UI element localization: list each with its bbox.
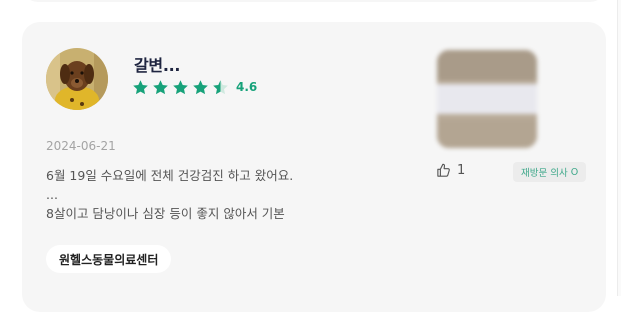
review-photo-thumbnail[interactable]: [437, 50, 537, 148]
star-rating: 4.6: [132, 78, 257, 96]
thumbs-up-icon: [437, 163, 450, 177]
star-icon: [173, 79, 188, 94]
like-count: 1: [457, 163, 466, 178]
review-body-line: 8살이고 담낭이나 심장 등이 좋지 않아서 기본: [46, 206, 285, 221]
review-body-line: ...: [46, 187, 58, 202]
reviewer-name: 갈변...: [134, 56, 181, 75]
review-body-line: 6월 19일 수요일에 전체 건강검진 하고 왔어요.: [46, 168, 294, 183]
next-card-edge: [617, 0, 621, 296]
review-date: 2024-06-21: [46, 139, 116, 153]
review-body[interactable]: 6월 19일 수요일에 전체 건강검진 하고 왔어요. ... 8살이고 담낭이…: [46, 166, 406, 223]
revisit-badge: 재방문 의사 O: [513, 162, 587, 182]
revisit-mark: O: [570, 166, 579, 178]
hospital-tag[interactable]: 원헬스동물의료센터: [46, 245, 172, 273]
reviewer-avatar: [46, 48, 108, 110]
revisit-label: 재방문 의사: [521, 168, 568, 179]
star-icon: [133, 79, 148, 94]
previous-review-card: [22, 0, 606, 2]
rating-value: 4.6: [236, 80, 258, 94]
dog-avatar-image: [46, 48, 108, 110]
blurred-review-photo: [437, 50, 537, 148]
star-half-icon: [213, 79, 228, 94]
star-icon: [153, 79, 168, 94]
like-button[interactable]: 1: [436, 163, 465, 178]
star-icon: [193, 79, 208, 94]
